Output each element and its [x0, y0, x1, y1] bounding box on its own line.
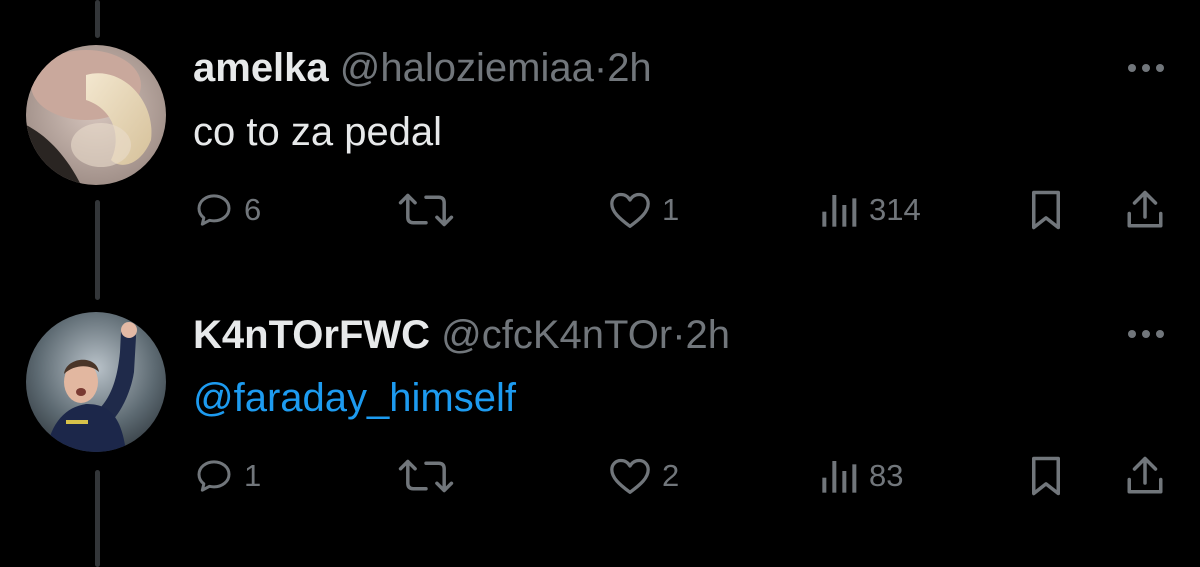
- retweet-icon: [398, 459, 454, 493]
- view-count: 83: [869, 458, 904, 493]
- reply-tweet[interactable]: K4nTOrFWC @cfcK4nTOr·2h @faraday_himself…: [0, 0, 1200, 496]
- share-button[interactable]: [1124, 454, 1166, 498]
- timestamp[interactable]: 2h: [686, 313, 731, 357]
- bookmark-icon: [1032, 456, 1060, 496]
- thread-line-bottom: [95, 470, 100, 567]
- like-button[interactable]: 2: [608, 456, 679, 496]
- reply-count: 1: [244, 458, 262, 493]
- bookmark-button[interactable]: [1028, 455, 1064, 497]
- share-icon: [1127, 456, 1163, 494]
- more-options-icon[interactable]: [1126, 328, 1166, 340]
- views-chart-icon: [822, 461, 857, 493]
- display-name[interactable]: K4nTOrFWC: [193, 313, 430, 357]
- username-handle[interactable]: @cfcK4nTOr: [441, 313, 672, 357]
- like-count: 2: [662, 458, 680, 493]
- views-button[interactable]: 83: [819, 456, 903, 496]
- mention-link[interactable]: @faraday_himself: [193, 376, 516, 420]
- heart-icon: [610, 458, 650, 494]
- tweet-text: @faraday_himself: [193, 374, 516, 422]
- tweet-header: K4nTOrFWC @cfcK4nTOr·2h: [193, 311, 730, 359]
- separator-dot: ·: [672, 313, 686, 357]
- retweet-button[interactable]: [398, 456, 454, 496]
- avatar-photo-icon: [26, 312, 166, 452]
- reply-button[interactable]: 1: [194, 456, 261, 496]
- reply-icon: [197, 460, 231, 492]
- avatar[interactable]: [26, 312, 166, 452]
